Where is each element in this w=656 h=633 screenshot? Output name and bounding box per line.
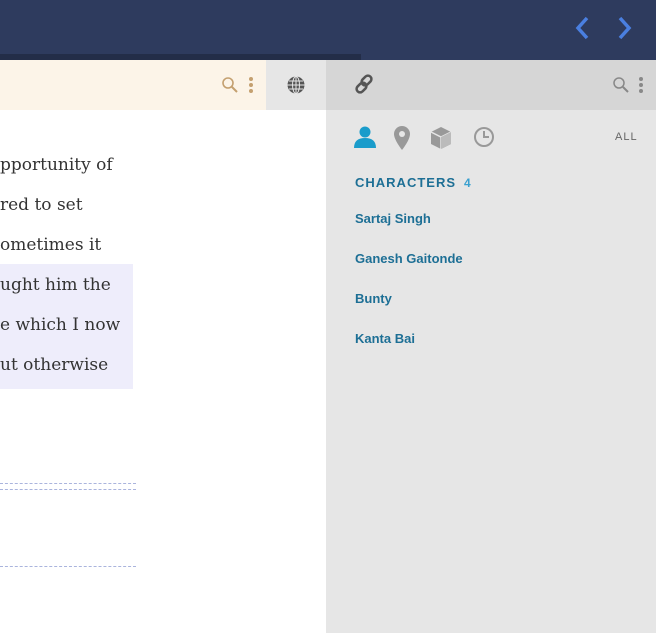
globe-icon bbox=[287, 76, 305, 94]
tab-globe[interactable] bbox=[266, 60, 326, 110]
text-line: red to set bbox=[0, 195, 83, 215]
character-item[interactable]: Ganesh Gaitonde bbox=[355, 251, 463, 266]
panel-more-options-icon[interactable] bbox=[638, 76, 644, 98]
search-icon[interactable] bbox=[221, 76, 239, 98]
divider bbox=[0, 489, 136, 490]
map-pin-icon[interactable] bbox=[393, 125, 411, 155]
character-item[interactable]: Sartaj Singh bbox=[355, 211, 431, 226]
divider bbox=[0, 483, 136, 484]
text-line: e which I now bbox=[0, 315, 121, 335]
clock-icon[interactable] bbox=[473, 126, 495, 152]
cube-icon[interactable] bbox=[430, 126, 452, 154]
chevron-left-icon[interactable] bbox=[571, 14, 595, 42]
chevron-right-icon[interactable] bbox=[612, 14, 636, 42]
panel-toolbar bbox=[326, 60, 656, 110]
section-title: CHARACTERS bbox=[355, 175, 456, 190]
all-filter-button[interactable]: ALL bbox=[615, 131, 638, 143]
text-line: ometimes it bbox=[0, 235, 102, 255]
text-line: pportunity of bbox=[0, 155, 113, 175]
text-line: ut otherwise bbox=[0, 355, 109, 375]
person-icon[interactable] bbox=[353, 125, 377, 153]
character-item[interactable]: Kanta Bai bbox=[355, 331, 415, 346]
section-count: 4 bbox=[464, 176, 471, 190]
divider bbox=[0, 566, 136, 567]
character-item[interactable]: Bunty bbox=[355, 291, 392, 306]
more-options-icon[interactable] bbox=[248, 76, 254, 98]
panel-search-icon[interactable] bbox=[612, 76, 630, 98]
text-line: ught him the bbox=[0, 275, 111, 295]
top-bar bbox=[0, 0, 656, 60]
link-icon[interactable] bbox=[353, 73, 375, 99]
